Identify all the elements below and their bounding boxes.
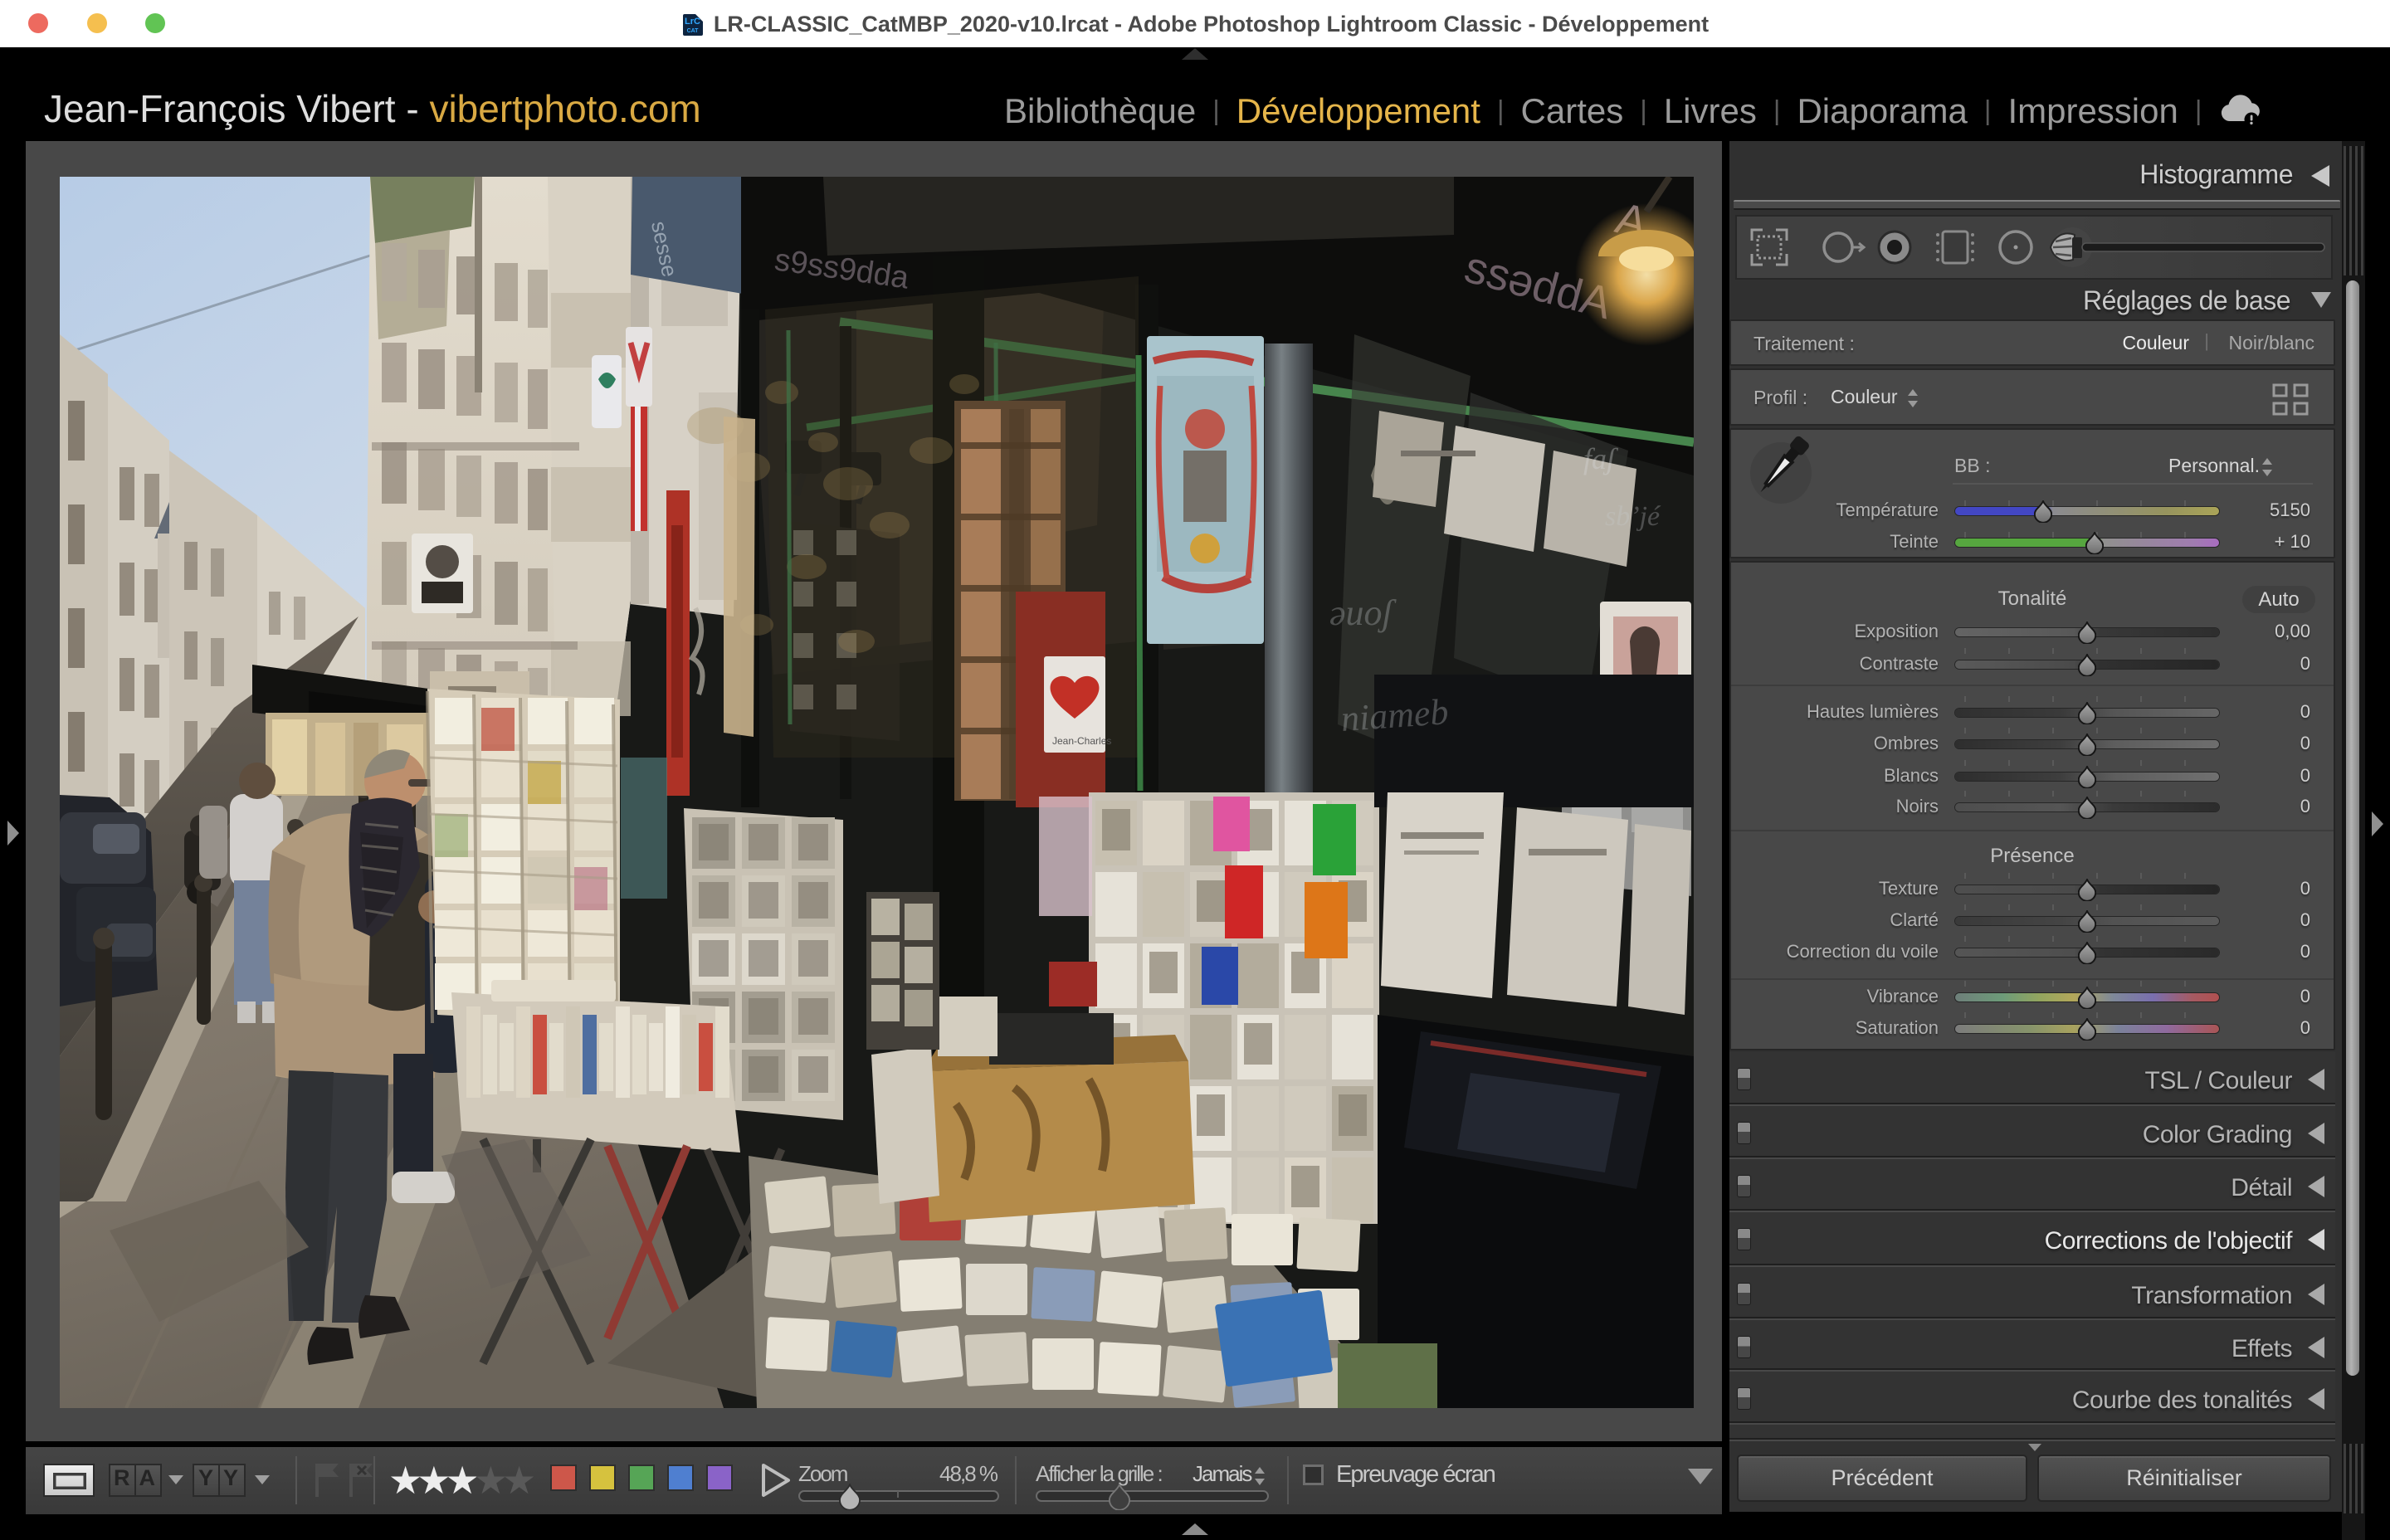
svg-text:LrC: LrC <box>685 17 700 27</box>
svg-text:faʃ: faʃ <box>1583 442 1619 475</box>
svg-text:niameb: niameb <box>1339 691 1450 739</box>
svg-text:əuoʃ: əuoʃ <box>1329 592 1397 633</box>
svg-text:CAT: CAT <box>686 28 699 34</box>
svg-text:sbʼjé: sbʼjé <box>1605 501 1661 532</box>
svg-text:Jean-Charles: Jean-Charles <box>1052 735 1111 747</box>
